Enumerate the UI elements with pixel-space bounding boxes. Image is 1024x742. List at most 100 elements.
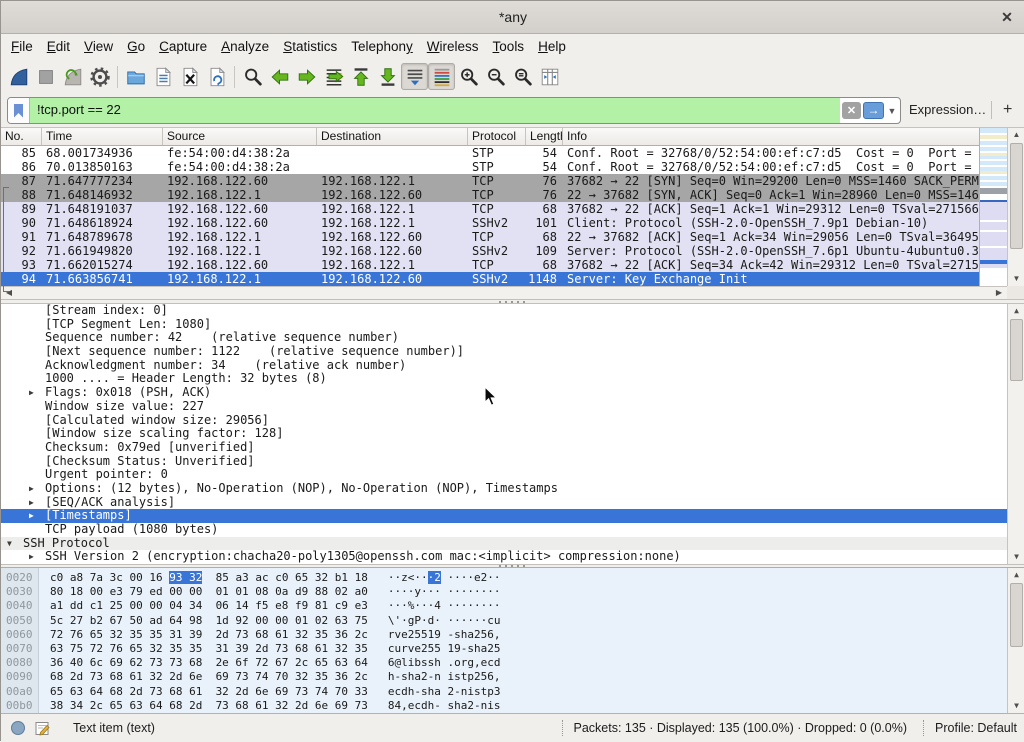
menu-help[interactable]: Help [531,34,573,60]
scrollbar-thumb[interactable] [1010,143,1023,249]
scroll-right-icon[interactable]: ▶ [992,287,1006,299]
auto-scroll-icon[interactable] [401,63,428,90]
packet-row-94[interactable]: 9471.663856741192.168.122.1192.168.122.6… [1,272,979,286]
packet-row-86[interactable]: 8670.013850163fe:54:00:d4:38:2aSTP54Conf… [1,160,979,174]
detail-row[interactable]: ▶[SEQ/ACK analysis] [1,496,1024,510]
column-header-destination[interactable]: Destination [317,128,468,145]
scrollbar-thumb[interactable] [1010,319,1023,381]
packet-list-hscrollbar[interactable]: ◀ ▶ [1,286,1007,299]
packet-row-93[interactable]: 9371.662015274192.168.122.60192.168.122.… [1,258,979,272]
colorize-icon[interactable] [428,63,455,90]
hex-row-0030[interactable]: 003080 18 00 e3 79 ed 00 00 01 01 08 0a … [1,585,1024,599]
detail-row[interactable]: Checksum: 0x79ed [unverified] [1,441,1024,455]
find-packet-icon[interactable] [239,63,266,90]
menu-view[interactable]: View [77,34,120,60]
scroll-down-icon[interactable]: ▼ [1008,272,1024,286]
detail-row[interactable]: 1000 .... = Header Length: 32 bytes (8) [1,372,1024,386]
add-filter-button[interactable]: + [1003,93,1012,126]
expand-right-icon[interactable]: ▶ [29,509,45,523]
go-previous-icon[interactable] [266,63,293,90]
hex-row-0090[interactable]: 009068 2d 73 68 61 32 2d 6e 69 73 74 70 … [1,670,1024,684]
zoom-original-icon[interactable] [509,63,536,90]
scroll-up-icon[interactable]: ▲ [1008,128,1024,142]
column-header-length[interactable]: Length [526,128,563,145]
detail-row[interactable]: Urgent pointer: 0 [1,468,1024,482]
capture-options-icon[interactable] [86,63,113,90]
wireshark-start-icon[interactable] [5,63,32,90]
detail-row[interactable]: ▶Options: (12 bytes), No-Operation (NOP)… [1,482,1024,496]
profile-indicator[interactable]: Profile: Default [935,721,1017,735]
save-file-icon[interactable] [149,63,176,90]
menu-analyze[interactable]: Analyze [214,34,276,60]
go-last-icon[interactable] [374,63,401,90]
zoom-out-icon[interactable] [482,63,509,90]
detail-row[interactable]: Sequence number: 42 (relative sequence n… [1,331,1024,345]
hex-vscrollbar[interactable]: ▲ ▼ [1007,568,1024,713]
detail-row[interactable]: [Next sequence number: 1122 (relative se… [1,345,1024,359]
detail-row[interactable]: [TCP Segment Len: 1080] [1,318,1024,332]
expand-down-icon[interactable]: ▼ [7,537,23,551]
hex-row-0050[interactable]: 00505c 27 b2 67 50 ad 64 98 1d 92 00 00 … [1,614,1024,628]
hex-row-0080[interactable]: 008036 40 6c 69 62 73 73 68 2e 6f 72 67 … [1,656,1024,670]
details-vscrollbar[interactable]: ▲ ▼ [1007,304,1024,564]
go-next-icon[interactable] [293,63,320,90]
go-to-packet-icon[interactable] [320,63,347,90]
menu-go[interactable]: Go [120,34,152,60]
hex-row-00a0[interactable]: 00a065 63 64 68 2d 73 68 61 32 2d 6e 69 … [1,685,1024,699]
hex-row-00b0[interactable]: 00b038 34 2c 65 63 64 68 2d 73 68 61 32 … [1,699,1024,713]
detail-row[interactable]: [Calculated window size: 29056] [1,414,1024,428]
packet-row-88[interactable]: 8871.648146932192.168.122.1192.168.122.6… [1,188,979,202]
open-file-icon[interactable] [122,63,149,90]
hex-row-0020[interactable]: 0020c0 a8 7a 3c 00 16 93 32 85 a3 ac c0 … [1,571,1024,585]
menu-file[interactable]: File [4,34,40,60]
detail-row[interactable]: TCP payload (1080 bytes) [1,523,1024,537]
menu-statistics[interactable]: Statistics [276,34,344,60]
filter-clear-icon[interactable]: ✕ [842,102,861,119]
packet-row-90[interactable]: 9071.648618924192.168.122.60192.168.122.… [1,216,979,230]
detail-row[interactable]: ▼SSH Protocol [1,537,1024,551]
column-header-info[interactable]: Info [563,128,979,145]
packet-row-87[interactable]: 8771.647777234192.168.122.60192.168.122.… [1,174,979,188]
scroll-up-icon[interactable]: ▲ [1008,304,1024,318]
title-bar[interactable]: *any ✕ [1,1,1024,34]
packet-row-92[interactable]: 9271.661949820192.168.122.1192.168.122.6… [1,244,979,258]
expand-right-icon[interactable]: ▶ [29,550,45,564]
column-header-source[interactable]: Source [163,128,317,145]
reload-file-icon[interactable] [203,63,230,90]
restart-capture-icon[interactable] [59,63,86,90]
menu-telephony[interactable]: Telephony [344,34,420,60]
expand-right-icon[interactable]: ▶ [29,386,45,400]
packet-list-vscrollbar[interactable]: ▲ ▼ [1007,128,1024,286]
expand-right-icon[interactable]: ▶ [29,482,45,496]
display-filter-input[interactable]: !tcp.port == 22 [30,98,840,123]
filter-dropdown-icon[interactable]: ▼ [884,106,900,116]
expression-button[interactable]: Expression… [909,93,986,127]
menu-capture[interactable]: Capture [152,34,214,60]
hex-row-0070[interactable]: 007063 75 72 76 65 32 35 35 31 39 2d 73 … [1,642,1024,656]
scroll-up-icon[interactable]: ▲ [1008,568,1024,582]
go-first-icon[interactable] [347,63,374,90]
packet-row-85[interactable]: 8568.001734936fe:54:00:d4:38:2aSTP54Conf… [1,146,979,160]
menu-edit[interactable]: Edit [40,34,77,60]
capture-comment-icon[interactable] [34,720,51,737]
column-header-protocol[interactable]: Protocol [468,128,526,145]
close-icon[interactable]: ✕ [997,7,1017,27]
detail-row[interactable]: [Window size scaling factor: 128] [1,427,1024,441]
packet-row-89[interactable]: 8971.648191037192.168.122.60192.168.122.… [1,202,979,216]
detail-row[interactable]: ▶[Timestamps] [1,509,1024,523]
detail-row[interactable]: ▶SSH Version 2 (encryption:chacha20-poly… [1,550,1024,564]
menu-wireless[interactable]: Wireless [420,34,486,60]
filter-bookmark-icon[interactable] [8,98,30,123]
detail-row[interactable]: [Stream index: 0] [1,304,1024,318]
column-header-time[interactable]: Time [42,128,163,145]
close-file-icon[interactable] [176,63,203,90]
menu-tools[interactable]: Tools [486,34,532,60]
scroll-down-icon[interactable]: ▼ [1008,550,1024,564]
detail-row[interactable]: Acknowledgment number: 34 (relative ack … [1,359,1024,373]
hex-row-0040[interactable]: 0040a1 dd c1 25 00 00 04 34 06 14 f5 e8 … [1,599,1024,613]
detail-row[interactable]: [Checksum Status: Unverified] [1,455,1024,469]
stop-capture-icon[interactable] [32,63,59,90]
expert-info-icon[interactable] [11,721,25,735]
column-header-no[interactable]: No. [1,128,42,145]
detail-row[interactable]: Window size value: 227 [1,400,1024,414]
